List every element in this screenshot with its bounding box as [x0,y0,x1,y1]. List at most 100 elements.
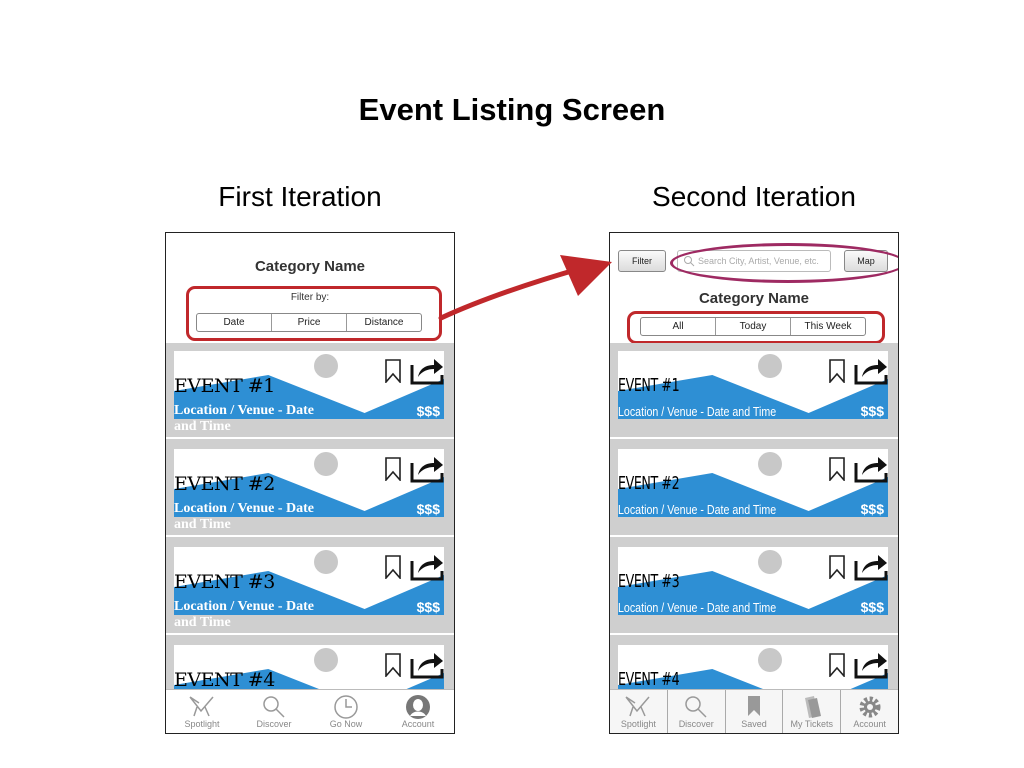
placeholder-circle [314,354,338,378]
time-option-all[interactable]: All [641,318,716,335]
event-location: Location / Venue - Date and Time [618,404,777,419]
event-card[interactable]: EVENT #3 Location / Venue - Date and Tim… [610,539,898,635]
event-location: Location / Venue - Date and Time [618,502,777,517]
filter-option-price[interactable]: Price [272,314,347,331]
placeholder-circle [758,354,782,378]
bookmark-icon[interactable] [828,457,846,481]
share-icon[interactable] [410,553,444,581]
event-card[interactable]: EVENT #1 Location / Venue - Date $$$ and… [166,343,454,439]
bookmark-icon[interactable] [828,555,846,579]
bookmark-icon[interactable] [384,555,402,579]
share-icon[interactable] [854,553,888,581]
event-location: Location / Venue - Date and Time [618,600,777,615]
event-location: Location / Venue - Date [174,501,314,516]
share-icon[interactable] [854,455,888,483]
time-option-today[interactable]: Today [716,318,791,335]
slide-title: Event Listing Screen [358,92,666,127]
tab-go-now[interactable]: Go Now [310,690,382,733]
event-image: EVENT #3 Location / Venue - Date and Tim… [618,547,888,615]
search-placeholder: Search City, Artist, Venue, etc. [698,256,819,266]
tab-account[interactable]: Account [841,690,898,733]
search-icon [263,696,285,718]
tab-label: Discover [678,719,714,729]
event-list: EVENT #1 Location / Venue - Date and Tim… [610,343,898,689]
event-price: $$$ [416,501,440,517]
tab-discover[interactable]: Discover [238,690,310,733]
tab-my-tickets[interactable]: My Tickets [783,690,842,733]
second-iteration-mockup: Filter Search City, Artist, Venue, etc. … [609,232,899,734]
spotlight-icon [189,696,214,717]
event-image: EVENT #4 [618,645,888,689]
spotlight-icon [625,696,650,717]
category-name: Category Name [254,258,366,275]
share-icon[interactable] [410,455,444,483]
tab-label: Account [853,719,886,729]
bookmark-icon[interactable] [384,359,402,383]
share-icon[interactable] [410,651,444,679]
event-card[interactable]: EVENT #1 Location / Venue - Date and Tim… [610,343,898,439]
event-image: EVENT #1 Location / Venue - Date and Tim… [618,351,888,419]
placeholder-circle [758,648,782,672]
tab-account[interactable]: Account [382,690,454,733]
person-icon [406,695,430,719]
second-iteration-heading: Second Iteration [652,181,856,212]
bookmark-icon [747,696,760,716]
first-iteration-heading: First Iteration [218,181,382,212]
event-card[interactable]: EVENT #3 Location / Venue - Date $$$ and… [166,539,454,635]
first-iteration-mockup: Category Name Filter by: Date Price Dist… [165,232,455,734]
event-list: EVENT #1 Location / Venue - Date $$$ and… [166,343,454,689]
tab-saved[interactable]: Saved [725,690,784,733]
event-card[interactable]: EVENT #4 [610,637,898,689]
tab-label: Spotlight [184,719,220,729]
event-title: EVENT #4 [174,669,275,689]
event-price: $$$ [416,403,440,419]
event-title: EVENT #1 [618,375,680,396]
tickets-icon [804,696,821,718]
tab-spotlight[interactable]: Spotlight [610,690,668,733]
filter-option-distance[interactable]: Distance [347,314,421,331]
event-price: $$$ [860,599,884,615]
bookmark-icon[interactable] [384,653,402,677]
search-input[interactable]: Search City, Artist, Venue, etc. [677,250,831,272]
event-title: EVENT #3 [174,571,275,593]
tab-spotlight[interactable]: Spotlight [166,690,238,733]
time-option-this-week[interactable]: This Week [791,318,865,335]
placeholder-circle [758,452,782,476]
event-image: EVENT #3 Location / Venue - Date $$$ [174,547,444,615]
placeholder-circle [314,648,338,672]
search-icon [685,696,707,718]
event-location-wrap: and Time [174,615,231,630]
share-icon[interactable] [854,357,888,385]
event-location-wrap: and Time [174,419,231,434]
share-icon[interactable] [854,651,888,679]
event-image: EVENT #2 Location / Venue - Date and Tim… [618,449,888,517]
event-card[interactable]: EVENT #2 Location / Venue - Date and Tim… [610,441,898,537]
tab-label: Go Now [329,719,363,729]
filter-button[interactable]: Filter [618,250,666,272]
tab-label: Saved [741,719,767,729]
filter-segmented-control: Date Price Distance [196,313,422,332]
filter-option-date[interactable]: Date [197,314,272,331]
event-card[interactable]: EVENT #4 [166,637,454,689]
placeholder-circle [314,452,338,476]
event-title: EVENT #4 [618,669,680,689]
bookmark-icon[interactable] [828,653,846,677]
tab-bar: Spotlight Discover Go Now Account [166,689,454,733]
search-icon [684,256,695,267]
tab-discover[interactable]: Discover [667,690,726,733]
event-card[interactable]: EVENT #2 Location / Venue - Date $$$ and… [166,441,454,537]
event-image: EVENT #2 Location / Venue - Date $$$ [174,449,444,517]
tab-label: Discover [256,719,292,729]
event-image: EVENT #4 [174,645,444,689]
bookmark-icon[interactable] [828,359,846,383]
filter-by-label: Filter by: [290,292,330,303]
bookmark-icon[interactable] [384,457,402,481]
event-image: EVENT #1 Location / Venue - Date $$$ [174,351,444,419]
event-location-wrap: and Time [174,517,231,532]
tab-label: Account [401,719,435,729]
event-title: EVENT #2 [174,473,275,495]
tab-label: My Tickets [790,719,834,729]
map-button[interactable]: Map [844,250,888,272]
share-icon[interactable] [410,357,444,385]
event-location: Location / Venue - Date [174,403,314,418]
